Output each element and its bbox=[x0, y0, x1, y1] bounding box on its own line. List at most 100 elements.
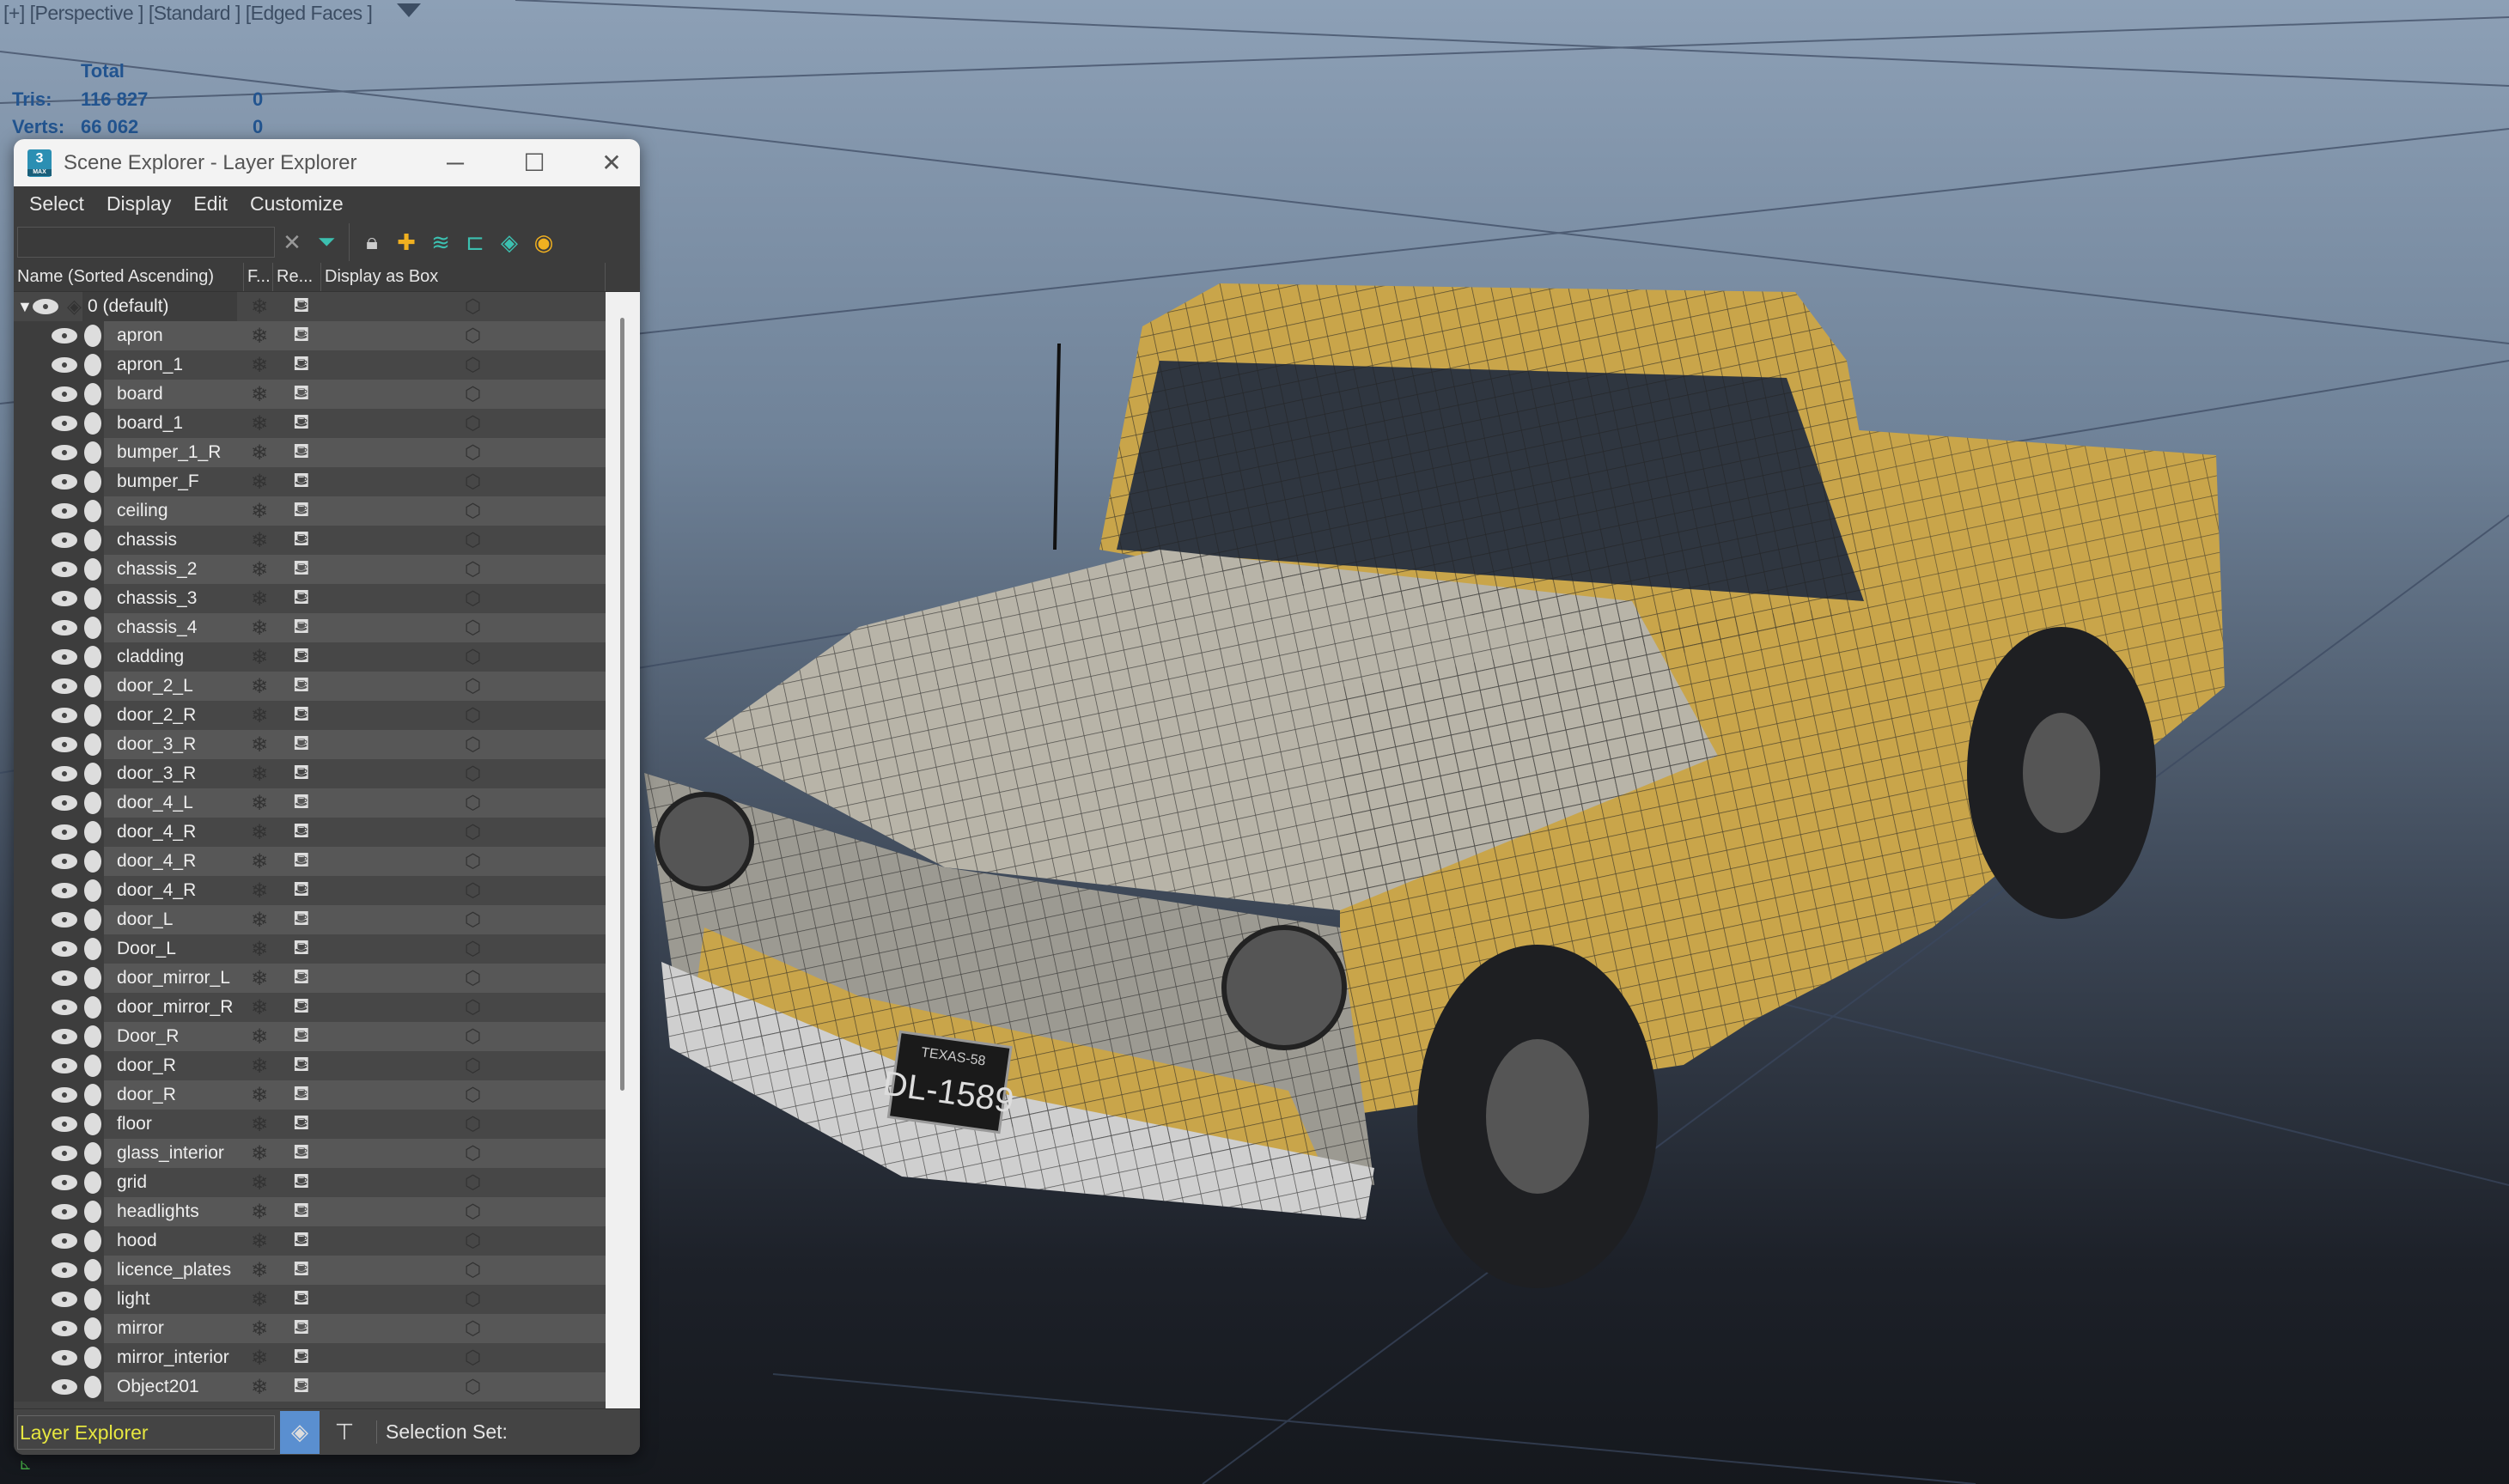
layer-color-swatch[interactable] bbox=[84, 529, 101, 551]
layer-row[interactable]: Door_R ❄ ⛾ ⬡ bbox=[14, 1022, 606, 1051]
layer-name[interactable]: licence_plates bbox=[103, 1260, 258, 1280]
display-box-icon[interactable]: ⬡ bbox=[465, 558, 481, 581]
layer-color-swatch[interactable] bbox=[84, 1142, 101, 1165]
eye-icon[interactable] bbox=[52, 824, 77, 840]
layer-row[interactable]: Door_L ❄ ⛾ ⬡ bbox=[14, 934, 606, 964]
layers-mode-icon[interactable]: ◈ bbox=[280, 1410, 320, 1454]
freeze-icon[interactable]: ❄ bbox=[251, 703, 268, 728]
scrollbar-thumb[interactable] bbox=[620, 318, 624, 1091]
layer-row[interactable]: hood ❄ ⛾ ⬡ bbox=[14, 1226, 606, 1256]
menu-customize[interactable]: Customize bbox=[250, 192, 344, 216]
layer-row[interactable]: door_2_R ❄ ⛾ ⬡ bbox=[14, 701, 606, 730]
freeze-icon[interactable]: ❄ bbox=[251, 1141, 268, 1166]
display-box-icon[interactable]: ⬡ bbox=[465, 587, 481, 610]
layer-name[interactable]: chassis_4 bbox=[103, 617, 258, 638]
display-box-icon[interactable]: ⬡ bbox=[465, 1230, 481, 1252]
display-box-icon[interactable]: ⬡ bbox=[465, 733, 481, 756]
layer-name[interactable]: mirror bbox=[103, 1318, 258, 1339]
display-box-icon[interactable]: ⬡ bbox=[465, 441, 481, 464]
render-teapot-icon[interactable]: ⛾ bbox=[293, 323, 310, 349]
render-teapot-icon[interactable]: ⛾ bbox=[293, 1374, 310, 1400]
display-box-icon[interactable]: ⬡ bbox=[465, 1259, 481, 1281]
render-teapot-icon[interactable]: ⛾ bbox=[293, 790, 310, 816]
layer-name[interactable]: door_3_R bbox=[103, 763, 258, 784]
layer-name[interactable]: chassis_2 bbox=[103, 559, 258, 580]
display-box-icon[interactable]: ⬡ bbox=[465, 295, 481, 318]
render-teapot-icon[interactable]: ⛾ bbox=[293, 527, 310, 553]
eye-icon[interactable] bbox=[52, 1379, 77, 1395]
render-teapot-icon[interactable]: ⛾ bbox=[293, 615, 310, 641]
freeze-icon[interactable]: ❄ bbox=[251, 1317, 268, 1341]
layer-color-swatch[interactable] bbox=[84, 967, 101, 989]
eye-icon[interactable] bbox=[52, 591, 77, 606]
eye-icon[interactable] bbox=[52, 1116, 77, 1132]
layer-row[interactable]: chassis ❄ ⛾ ⬡ bbox=[14, 526, 606, 555]
clear-x-icon[interactable]: ✕ bbox=[275, 225, 309, 259]
layer-row[interactable]: grid ❄ ⛾ ⬡ bbox=[14, 1168, 606, 1197]
render-teapot-icon[interactable]: ⛾ bbox=[293, 761, 310, 787]
render-teapot-icon[interactable]: ⛾ bbox=[293, 1024, 310, 1049]
layer-name[interactable]: Door_L bbox=[103, 939, 258, 959]
eye-icon[interactable] bbox=[52, 795, 77, 811]
freeze-icon[interactable]: ❄ bbox=[251, 353, 268, 378]
layer-name[interactable]: door_4_R bbox=[103, 822, 258, 842]
maximize-button[interactable]: ☐ bbox=[500, 139, 569, 186]
filter-icon[interactable]: ⏷ bbox=[309, 225, 344, 259]
layer-name[interactable]: hood bbox=[103, 1231, 258, 1251]
layer-row[interactable]: chassis_3 ❄ ⛾ ⬡ bbox=[14, 584, 606, 613]
layer-row[interactable]: floor ❄ ⛾ ⬡ bbox=[14, 1110, 606, 1139]
display-box-icon[interactable]: ⬡ bbox=[465, 1142, 481, 1165]
layer-color-swatch[interactable] bbox=[84, 587, 101, 610]
eye-icon[interactable] bbox=[52, 416, 77, 431]
layer-color-swatch[interactable] bbox=[84, 763, 101, 785]
freeze-icon[interactable]: ❄ bbox=[251, 908, 268, 933]
freeze-icon[interactable]: ❄ bbox=[251, 937, 268, 962]
layer-color-swatch[interactable] bbox=[84, 1376, 101, 1398]
eye-icon[interactable] bbox=[52, 766, 77, 782]
layer-color-swatch[interactable] bbox=[84, 792, 101, 814]
layer-name[interactable]: light bbox=[103, 1289, 258, 1310]
freeze-icon[interactable]: ❄ bbox=[251, 528, 268, 553]
render-teapot-icon[interactable]: ⛾ bbox=[293, 1199, 310, 1225]
freeze-icon[interactable]: ❄ bbox=[251, 382, 268, 407]
render-teapot-icon[interactable]: ⛾ bbox=[293, 819, 310, 845]
eye-icon[interactable] bbox=[52, 1146, 77, 1161]
layer-row[interactable]: door_L ❄ ⛾ ⬡ bbox=[14, 905, 606, 934]
layer-row[interactable]: apron ❄ ⛾ ⬡ bbox=[14, 321, 606, 350]
render-teapot-icon[interactable]: ⛾ bbox=[293, 1111, 310, 1137]
layer-row[interactable]: mirror_interior ❄ ⛾ ⬡ bbox=[14, 1343, 606, 1372]
display-box-icon[interactable]: ⬡ bbox=[465, 1317, 481, 1340]
freeze-icon[interactable]: ❄ bbox=[251, 1171, 268, 1195]
layer-color-swatch[interactable] bbox=[84, 1230, 101, 1252]
display-box-icon[interactable]: ⬡ bbox=[465, 529, 481, 551]
eye-icon[interactable] bbox=[52, 1321, 77, 1336]
minimize-button[interactable]: ─ bbox=[421, 139, 490, 186]
render-teapot-icon[interactable]: ⛾ bbox=[293, 1286, 310, 1312]
layer-row[interactable]: door_3_R ❄ ⛾ ⬡ bbox=[14, 759, 606, 788]
freeze-icon[interactable]: ❄ bbox=[251, 1375, 268, 1400]
render-teapot-icon[interactable]: ⛾ bbox=[293, 732, 310, 757]
layer-color-swatch[interactable] bbox=[84, 1055, 101, 1077]
display-box-icon[interactable]: ⬡ bbox=[465, 1055, 481, 1077]
render-teapot-icon[interactable]: ⛾ bbox=[293, 469, 310, 495]
render-teapot-icon[interactable]: ⛾ bbox=[293, 440, 310, 465]
layer-name[interactable]: door_4_R bbox=[103, 880, 258, 901]
freeze-icon[interactable]: ❄ bbox=[251, 324, 268, 349]
layer-name[interactable]: chassis bbox=[103, 530, 258, 550]
eye-icon[interactable] bbox=[52, 620, 77, 636]
viewport-label[interactable]: [+] [Perspective ] [Standard ] [Edged Fa… bbox=[3, 2, 373, 25]
eye-icon[interactable] bbox=[52, 737, 77, 752]
search-input[interactable] bbox=[17, 227, 275, 258]
layer-row[interactable]: cladding ❄ ⛾ ⬡ bbox=[14, 642, 606, 672]
layer-color-swatch[interactable] bbox=[84, 1025, 101, 1048]
layer-color-swatch[interactable] bbox=[84, 354, 101, 376]
render-teapot-icon[interactable]: ⛾ bbox=[293, 878, 310, 903]
layer-color-swatch[interactable] bbox=[84, 1171, 101, 1194]
column-freeze[interactable]: F... bbox=[244, 263, 273, 291]
layer-row[interactable]: door_mirror_R ❄ ⛾ ⬡ bbox=[14, 993, 606, 1022]
render-teapot-icon[interactable]: ⛾ bbox=[293, 673, 310, 699]
layer-name[interactable]: glass_interior bbox=[103, 1143, 258, 1164]
eye-icon[interactable] bbox=[52, 1087, 77, 1103]
freeze-icon[interactable]: ❄ bbox=[251, 616, 268, 641]
render-teapot-icon[interactable]: ⛾ bbox=[293, 1140, 310, 1166]
